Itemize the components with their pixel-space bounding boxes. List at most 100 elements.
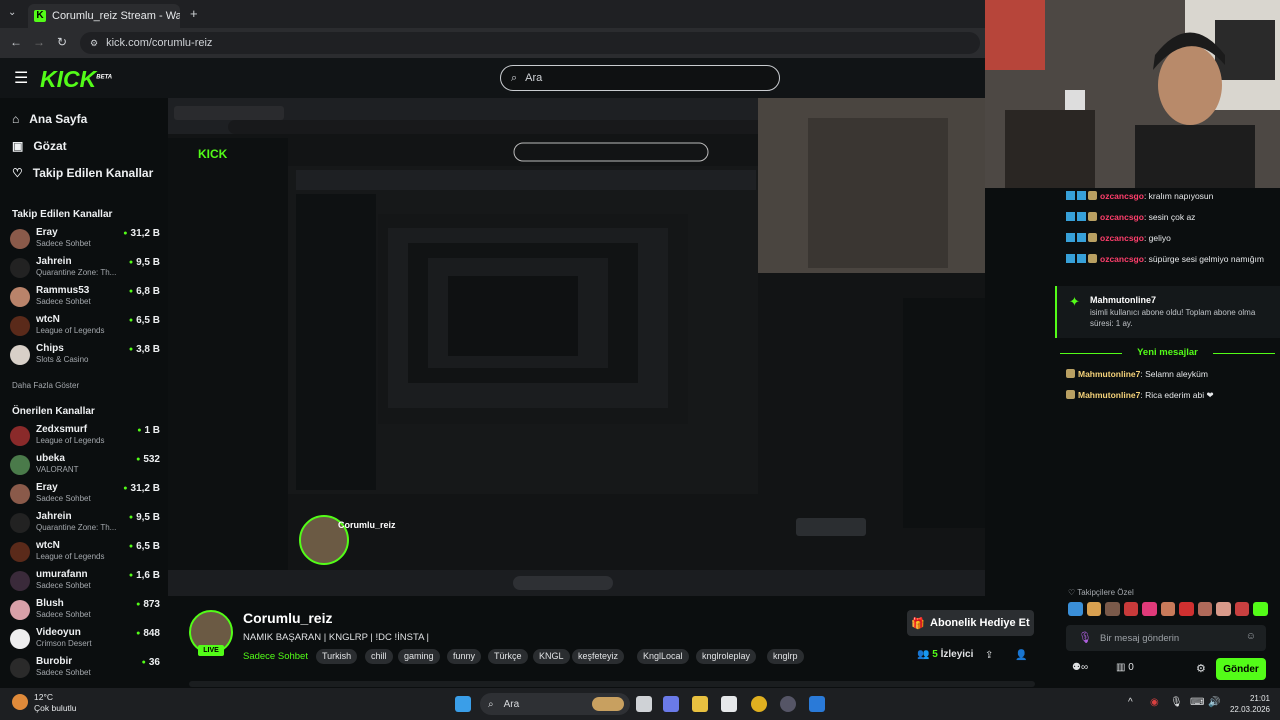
viewer-label: İzleyici bbox=[940, 649, 974, 660]
search-placeholder: Ara bbox=[525, 72, 543, 84]
stream-tag[interactable]: Türkçe bbox=[488, 649, 528, 664]
browser-tab[interactable]: K Corumlu_reiz Stream - Watch L ✕ bbox=[28, 4, 180, 28]
sidebar-channel[interactable]: ChipsSlots & Casino 3,8 B bbox=[10, 342, 160, 370]
emote[interactable] bbox=[1234, 602, 1250, 616]
kick-logo[interactable]: KICKBETA bbox=[40, 66, 112, 93]
weather-icon bbox=[12, 694, 28, 710]
follow-user-icon[interactable]: 👤 bbox=[1015, 650, 1027, 661]
emote[interactable] bbox=[1197, 602, 1213, 616]
microphone-tray-icon[interactable]: 🎙 bbox=[1170, 697, 1183, 708]
emote[interactable] bbox=[1142, 602, 1157, 616]
stream-tag[interactable]: Turkish bbox=[316, 649, 358, 664]
sidebar-channel[interactable]: Rammus53Sadece Sohbet 6,8 B bbox=[10, 284, 160, 312]
reload-icon[interactable]: ↻ bbox=[57, 35, 67, 49]
volume-icon[interactable]: 🔊 bbox=[1208, 697, 1220, 708]
weather-widget[interactable]: 12°C Çok bulutlu bbox=[12, 692, 77, 714]
task-view-icon[interactable] bbox=[636, 696, 652, 712]
stream-tag[interactable]: knglrp bbox=[767, 649, 804, 664]
sidebar-channel[interactable]: umurafannSadece Sohbet 1,6 B bbox=[10, 568, 160, 596]
stream-tag[interactable]: gaming bbox=[398, 649, 440, 664]
home-icon: ⌂ bbox=[12, 112, 20, 126]
chat-username[interactable]: Mahmutonline7 bbox=[1078, 390, 1140, 400]
stream-tag[interactable]: knglroleplay bbox=[696, 649, 757, 664]
taskbar-clock[interactable]: 21:01 22.03.2026 bbox=[1226, 693, 1270, 715]
file-explorer-icon[interactable] bbox=[692, 696, 708, 712]
tray-app-icon[interactable]: ◉ bbox=[1150, 697, 1159, 708]
emote[interactable] bbox=[1216, 602, 1231, 616]
sidebar-channel[interactable]: VideoyunCrimson Desert 848 bbox=[10, 626, 160, 654]
emote[interactable] bbox=[1105, 602, 1120, 616]
sidebar-channel[interactable]: BurobirSadece Sohbet 36 bbox=[10, 655, 160, 683]
channel-points-icon[interactable]: ⚉∞ bbox=[1072, 662, 1088, 673]
microphone-icon[interactable]: 🎙 bbox=[1078, 631, 1092, 644]
send-button[interactable]: Gönder bbox=[1216, 658, 1266, 680]
nav-browse[interactable]: ▣ Gözat bbox=[12, 139, 67, 153]
stream-tag[interactable]: KnglLocal bbox=[637, 649, 689, 664]
search-input[interactable]: ⌕ Ara bbox=[500, 65, 780, 91]
chat-username[interactable]: ozcancsgo bbox=[1100, 212, 1144, 222]
stream-category[interactable]: Sadece Sohbet bbox=[243, 651, 308, 662]
show-more-link[interactable]: Daha Fazla Göster bbox=[12, 381, 79, 390]
forward-arrow-icon[interactable]: → bbox=[33, 35, 45, 49]
streamer-name[interactable]: Corumlu_reiz bbox=[243, 610, 332, 626]
sidebar-channel[interactable]: wtcNLeague of Legends 6,5 B bbox=[10, 539, 160, 567]
sidebar-channel[interactable]: ubekaVALORANT 532 bbox=[10, 452, 160, 480]
url-field[interactable]: ⚙ kick.com/corumlu-reiz bbox=[80, 32, 980, 54]
video-player[interactable]: KICK Corumlu_reiz bbox=[168, 98, 985, 596]
chat-settings-gear-icon[interactable]: ⚙ bbox=[1196, 662, 1206, 675]
clock-time: 21:01 bbox=[1249, 694, 1270, 703]
emote[interactable] bbox=[1068, 602, 1083, 616]
sidebar-channel[interactable]: EraySadece Sohbet 31,2 B bbox=[10, 226, 160, 254]
chat-username[interactable]: ozcancsgo bbox=[1100, 233, 1144, 243]
sidebar-channel[interactable]: wtcNLeague of Legends 6,5 B bbox=[10, 313, 160, 341]
channel-category: VALORANT bbox=[36, 465, 79, 474]
chat-username[interactable]: ozcancsgo bbox=[1100, 254, 1144, 264]
app-icon[interactable] bbox=[809, 696, 825, 712]
heart-icon: ♡ bbox=[12, 166, 23, 180]
sidebar-channel[interactable]: JahreinQuarantine Zone: Th... 9,5 B bbox=[10, 510, 160, 538]
taskbar-search[interactable]: ⌕ Ara bbox=[480, 693, 630, 715]
sidebar-channel[interactable]: JahreinQuarantine Zone: Th... 9,5 B bbox=[10, 255, 160, 283]
copilot-icon[interactable] bbox=[663, 696, 679, 712]
stream-tag[interactable]: KNGL bbox=[533, 649, 570, 664]
emote[interactable] bbox=[1253, 602, 1269, 616]
hamburger-menu-icon[interactable]: ☰ bbox=[14, 68, 28, 88]
kick-favicon-icon: K bbox=[34, 10, 46, 22]
tab-list-chevron-icon[interactable]: ⌄ bbox=[8, 7, 16, 18]
store-icon[interactable] bbox=[721, 696, 737, 712]
badge-icon bbox=[1077, 212, 1086, 221]
share-icon[interactable]: ⇪ bbox=[985, 650, 993, 661]
emoji-icon[interactable]: ☺ bbox=[1246, 631, 1256, 642]
network-icon[interactable]: ⌨ bbox=[1190, 697, 1204, 708]
stream-tag[interactable]: funny bbox=[447, 649, 482, 664]
nav-following[interactable]: ♡ Takip Edilen Kanallar bbox=[12, 166, 153, 180]
nav-home[interactable]: ⌂ Ana Sayfa bbox=[12, 112, 87, 126]
tray-chevron-icon[interactable]: ^ bbox=[1128, 697, 1133, 708]
channel-category: Crimson Desert bbox=[36, 639, 92, 648]
chat-input[interactable]: 🎙 Bir mesaj gönderin ☺ bbox=[1066, 625, 1266, 651]
emote[interactable] bbox=[1179, 602, 1194, 616]
stream-tag[interactable]: chill bbox=[365, 649, 393, 664]
channel-category: League of Legends bbox=[36, 436, 105, 445]
sidebar-channel[interactable]: BlushSadece Sohbet 873 bbox=[10, 597, 160, 625]
channel-avatar bbox=[10, 426, 30, 446]
chat-username[interactable]: Mahmutonline7 bbox=[1078, 369, 1140, 379]
chat-username[interactable]: ozcancsgo bbox=[1100, 191, 1144, 201]
stream-tag[interactable]: keşfeteyiz bbox=[572, 649, 625, 664]
sub-username[interactable]: Mahmutonline7 bbox=[1090, 295, 1156, 305]
obs-icon[interactable] bbox=[780, 696, 796, 712]
site-info-icon[interactable]: ⚙ bbox=[90, 38, 98, 49]
channel-name: wtcN bbox=[36, 540, 60, 551]
sidebar-channel[interactable]: ZedxsmurfLeague of Legends 1 B bbox=[10, 423, 160, 451]
new-tab-plus-icon[interactable]: + bbox=[190, 6, 198, 21]
emote[interactable] bbox=[1086, 602, 1102, 616]
back-arrow-icon[interactable]: ← bbox=[10, 35, 22, 49]
chrome-icon[interactable] bbox=[751, 696, 767, 712]
windows-start-icon[interactable] bbox=[455, 696, 471, 712]
sidebar-channel[interactable]: EraySadece Sohbet 31,2 B bbox=[10, 481, 160, 509]
gift-subscription-button[interactable]: 🎁 Abonelik Hediye Et bbox=[907, 610, 1034, 636]
emote[interactable] bbox=[1160, 602, 1176, 616]
channel-viewers: 31,2 B bbox=[123, 483, 160, 494]
channel-avatar bbox=[10, 229, 30, 249]
emote[interactable] bbox=[1123, 602, 1139, 616]
